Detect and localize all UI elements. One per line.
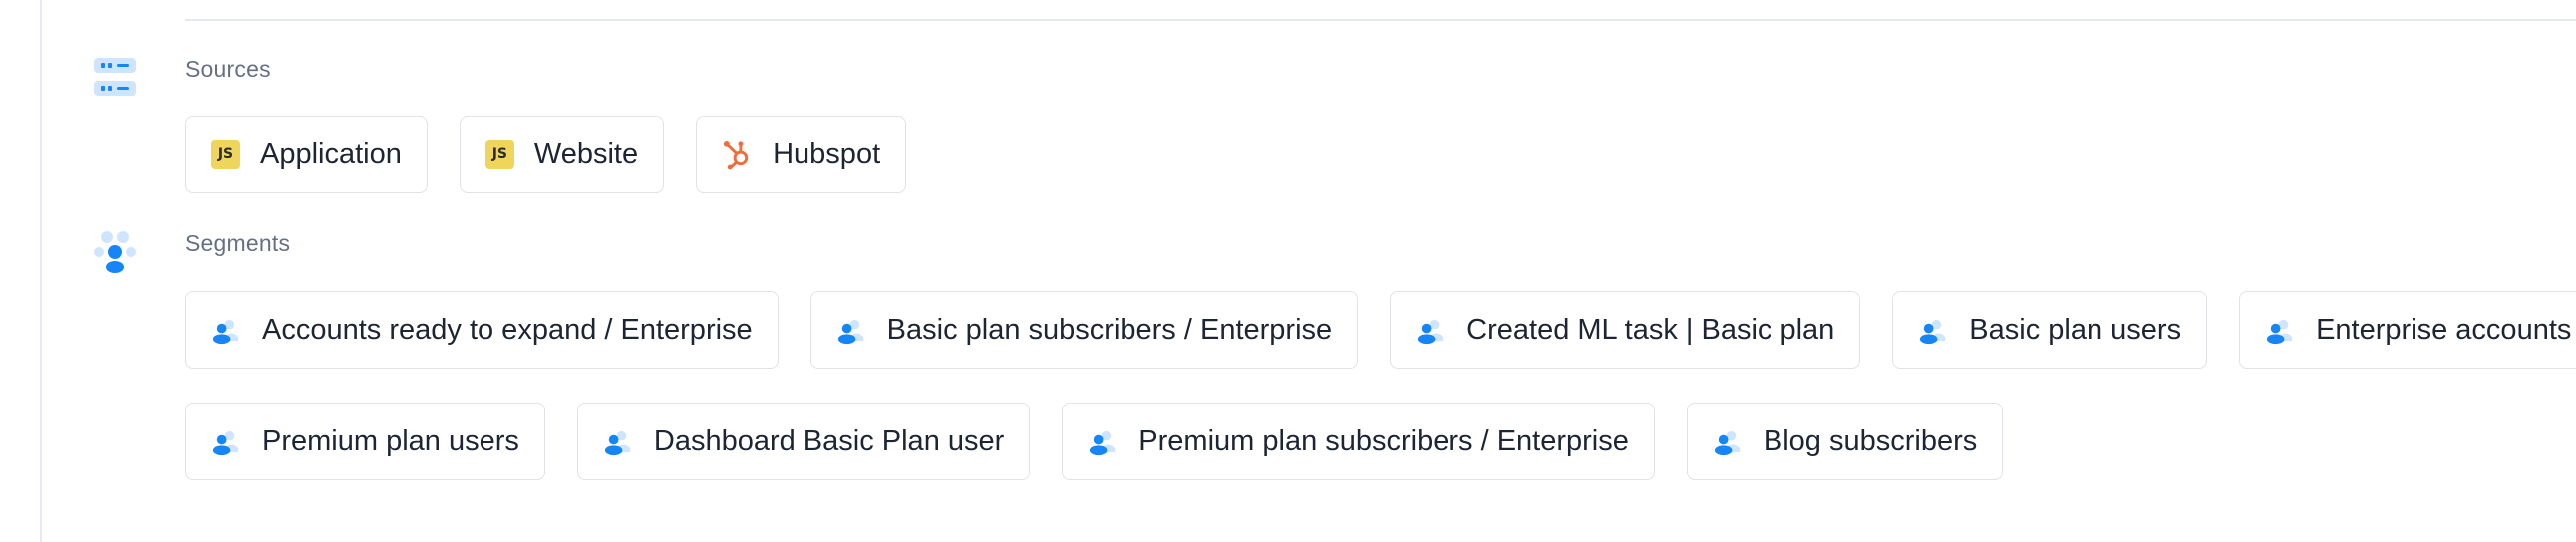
segment-chip[interactable]: Accounts ready to expand / Enterprise [185, 291, 779, 369]
javascript-icon: JS [484, 139, 514, 169]
segment-users-icon [1418, 319, 1444, 344]
sources-list-icon [94, 58, 136, 96]
segment-label: Dashboard Basic Plan user [653, 425, 1005, 457]
sources-segments-panel: Sources JS Application JS Website Hubspo… [0, 0, 2576, 542]
segment-label: Basic plan users [1969, 314, 2182, 346]
segment-label: Premium plan users [262, 425, 519, 457]
segment-users-icon [1920, 319, 1946, 344]
segment-label: Created ML task | Basic plan [1466, 314, 1835, 346]
segment-chip[interactable]: Created ML task | Basic plan [1390, 291, 1861, 369]
segments-label: Segments [185, 230, 291, 256]
segment-users-icon [837, 319, 863, 344]
segment-users-icon [1714, 430, 1740, 455]
source-label: Hubspot [773, 138, 881, 170]
source-chip-website[interactable]: JS Website [459, 116, 665, 193]
left-divider [40, 0, 42, 542]
segment-chip[interactable]: Basic plan subscribers / Enterprise [809, 291, 1359, 369]
source-label: Website [533, 138, 639, 170]
sources-label: Sources [185, 56, 271, 82]
sources-list: JS Application JS Website Hubspot [185, 116, 907, 193]
segment-chip[interactable]: Blog subscribers [1686, 403, 2004, 480]
hubspot-icon [724, 140, 749, 170]
segments-group-icon [94, 231, 136, 273]
segment-label: Enterprise accounts [2316, 314, 2572, 346]
segment-chip[interactable]: Dashboard Basic Plan user [576, 403, 1031, 480]
source-chip-hubspot[interactable]: Hubspot [696, 116, 907, 193]
segment-label: Blog subscribers [1763, 425, 1978, 457]
segment-users-icon [604, 430, 630, 455]
segments-row: Premium plan users Dashboard Basic Plan … [185, 403, 2004, 480]
segment-users-icon [212, 430, 239, 455]
segments-row: Accounts ready to expand / Enterprise Ba… [185, 291, 2576, 369]
segment-label: Premium plan subscribers / Enterprise [1138, 425, 1629, 457]
segment-users-icon [2267, 319, 2293, 344]
segment-label: Basic plan subscribers / Enterprise [886, 314, 1333, 346]
top-divider [185, 19, 2576, 21]
source-chip-application[interactable]: JS Application [185, 116, 428, 193]
segment-chip[interactable]: Premium plan users [185, 403, 545, 480]
source-label: Application [260, 138, 402, 170]
segment-chip[interactable]: Premium plan subscribers / Enterprise [1062, 403, 1655, 480]
segment-users-icon [212, 319, 239, 344]
segment-chip[interactable]: Enterprise accounts [2239, 291, 2576, 369]
segment-users-icon [1090, 430, 1116, 455]
segment-chip[interactable]: Basic plan users [1892, 291, 2208, 369]
segment-label: Accounts ready to expand / Enterprise [262, 314, 753, 346]
javascript-icon: JS [211, 139, 240, 169]
